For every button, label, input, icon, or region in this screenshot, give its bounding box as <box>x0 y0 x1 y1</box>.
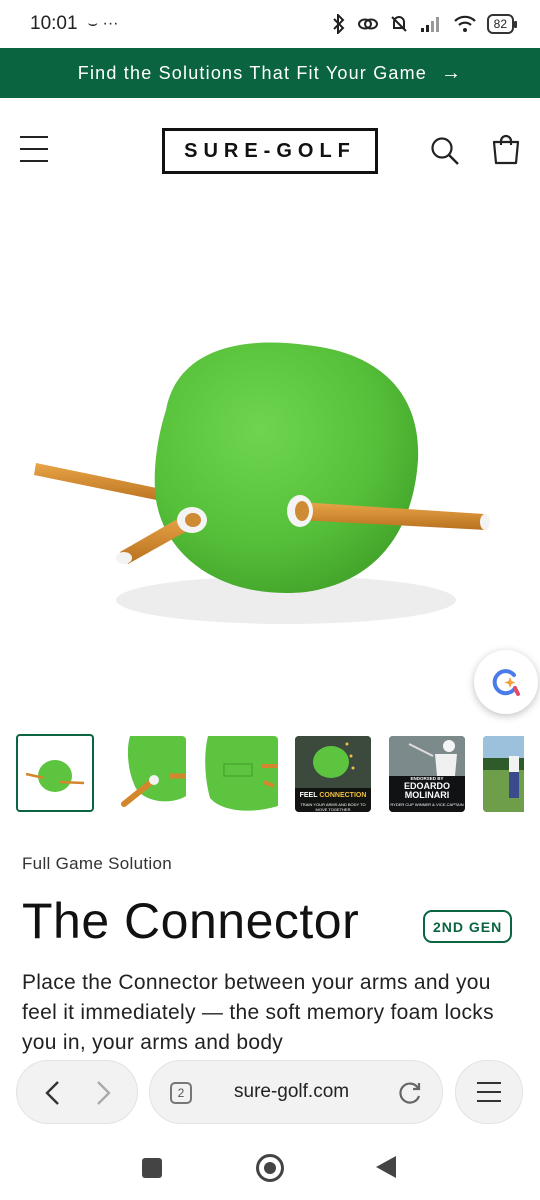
product-description: Place the Connector between your arms an… <box>22 971 494 1054</box>
search-icon[interactable] <box>430 136 460 166</box>
thumbnail-3[interactable] <box>202 736 278 812</box>
status-left: 10:01 ⌣ ··· <box>30 13 119 35</box>
wifi-icon <box>453 15 476 32</box>
link-icon <box>357 18 378 30</box>
product-main-image[interactable] <box>16 220 524 724</box>
announcement-bar[interactable]: Find the Solutions That Fit Your Game → <box>0 48 540 98</box>
product-info: Full Game Solution The Connector 2ND GEN… <box>0 824 540 1054</box>
product-collection[interactable]: Full Game Solution <box>22 854 172 874</box>
address-bar[interactable]: 2 sure-golf.com <box>149 1060 443 1124</box>
thumbnail-1[interactable] <box>16 734 94 812</box>
product-illustration <box>34 342 490 624</box>
thumbnail-strip: FEEL CONNECTION TRAIN YOUR ARMS AND BODY… <box>16 734 524 814</box>
tab-count-button[interactable]: 2 <box>170 1082 192 1104</box>
browser-toolbar: 2 sure-golf.com <box>0 1054 540 1134</box>
bluetooth-icon <box>332 14 345 34</box>
thumbnail-4-subcaption: TRAIN YOUR ARMS AND BODY TO MOVE TOGETHE… <box>300 802 366 812</box>
browser-forward-button[interactable] <box>87 1075 121 1111</box>
status-right: 82 <box>331 14 518 34</box>
reload-icon[interactable] <box>396 1079 424 1107</box>
navigation-pill <box>16 1060 138 1124</box>
ai-sparkle-icon <box>492 669 520 696</box>
announcement-text: Find the Solutions That Fit Your Game <box>77 62 428 83</box>
url-text: sure-golf.com <box>234 1081 350 1102</box>
mute-bell-icon <box>390 16 407 32</box>
arrow-right-icon: → <box>441 61 463 84</box>
generation-badge: 2ND GEN <box>423 910 513 943</box>
thumbnail-4[interactable]: FEEL CONNECTION TRAIN YOUR ARMS AND BODY… <box>295 736 371 812</box>
site-header: SURE-GOLF <box>0 98 540 206</box>
recent-apps-icon[interactable] <box>142 1158 162 1178</box>
product-title: The Connector <box>22 893 360 949</box>
status-time: 10:01 <box>30 13 78 34</box>
site-logo[interactable]: SURE-GOLF <box>162 128 378 174</box>
thumbnail-6[interactable] <box>483 736 524 812</box>
hamburger-menu-icon <box>477 1082 501 1102</box>
thumbnail-4-caption: FEEL CONNECTION <box>299 792 367 799</box>
chevron-left-icon <box>45 1081 59 1105</box>
notification-icons: ⌣ ··· <box>87 15 119 32</box>
browser-back-button[interactable] <box>35 1075 69 1111</box>
thumbnail-5-subcaption: RYDER CUP WINNER & VICE-CAPTAIN <box>390 802 464 807</box>
system-nav-bar <box>0 1134 540 1200</box>
thumbnail-5[interactable]: ENDORSED BY EDOARDO MOLINARI RYDER CUP W… <box>389 736 465 812</box>
ai-assistant-button[interactable] <box>474 650 538 714</box>
system-back-icon[interactable] <box>376 1156 396 1178</box>
home-icon[interactable] <box>256 1154 284 1182</box>
cart-icon[interactable] <box>491 134 521 166</box>
menu-icon[interactable] <box>20 136 48 162</box>
chevron-right-icon <box>97 1081 111 1105</box>
thumbnail-5-name: EDOARDO MOLINARI <box>403 781 450 800</box>
signal-icon <box>420 17 439 32</box>
status-bar: 10:01 ⌣ ··· 82 <box>0 0 540 48</box>
thumbnail-2[interactable] <box>110 736 186 812</box>
battery-indicator: 82 <box>486 14 518 34</box>
browser-menu-button[interactable] <box>455 1060 523 1124</box>
